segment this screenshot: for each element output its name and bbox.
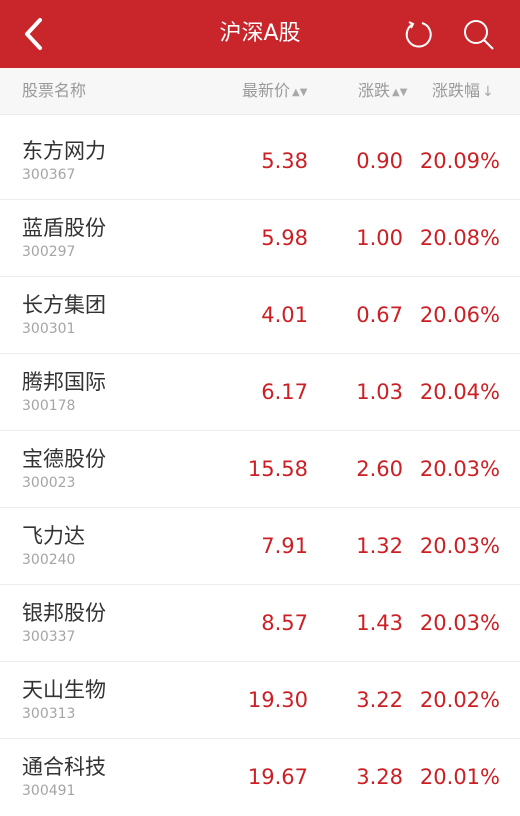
stock-percent: 20.01% (419, 765, 500, 789)
stock-name: 天山生物 (22, 678, 106, 702)
stock-code: 300178 (22, 398, 76, 414)
stock-code: 300313 (22, 706, 76, 722)
column-header-bar: 股票名称 最新价 ▲▼ 涨跌 ▲▼ 涨跌幅 ↓ (0, 68, 520, 115)
stock-row[interactable]: 宝德股份 300023 15.58 2.60 20.03% (0, 431, 520, 508)
top-bar: 沪深A股 (0, 0, 520, 68)
stock-change: 2.60 (356, 457, 403, 481)
column-change-label: 涨跌 (358, 81, 391, 100)
stock-price: 5.38 (261, 149, 308, 173)
sort-updown-icon: ▲▼ (292, 87, 308, 98)
stock-row[interactable]: 东方网力 300367 5.38 0.90 20.09% (0, 123, 520, 200)
stock-row[interactable]: 腾邦国际 300178 6.17 1.03 20.04% (0, 354, 520, 431)
column-percent-header[interactable]: 涨跌幅 ↓ (432, 68, 494, 114)
stock-change: 1.43 (356, 611, 403, 635)
stock-list: 东方网力 300367 5.38 0.90 20.09% 蓝盾股份 300297… (0, 123, 520, 816)
stock-code: 300367 (22, 167, 76, 183)
stock-percent: 20.06% (419, 303, 500, 327)
stock-percent: 20.08% (419, 226, 500, 250)
column-price-label: 最新价 (242, 81, 291, 100)
stock-price: 15.58 (247, 457, 308, 481)
stock-name: 蓝盾股份 (22, 216, 106, 240)
stock-price: 6.17 (261, 380, 308, 404)
stock-row[interactable]: 蓝盾股份 300297 5.98 1.00 20.08% (0, 200, 520, 277)
stock-name: 东方网力 (22, 139, 106, 163)
stock-name: 长方集团 (22, 293, 106, 317)
stock-code: 300491 (22, 783, 76, 799)
column-name-header: 股票名称 (22, 81, 87, 100)
stock-change: 1.00 (356, 226, 403, 250)
stock-name: 宝德股份 (22, 447, 106, 471)
stock-change: 1.32 (356, 534, 403, 558)
column-price-header[interactable]: 最新价 ▲▼ (242, 68, 307, 114)
stock-change: 3.22 (356, 688, 403, 712)
stock-list-screen: 沪深A股 股票名称 最新价 ▲▼ 涨跌 ▲▼ 涨跌幅 ↓ 东方网力 300367 5.… (0, 0, 520, 814)
sort-down-arrow-icon: ↓ (482, 84, 494, 100)
stock-percent: 20.04% (419, 380, 500, 404)
stock-price: 5.98 (261, 226, 308, 250)
stock-code: 300023 (22, 475, 76, 491)
stock-row[interactable]: 银邦股份 300337 8.57 1.43 20.03% (0, 585, 520, 662)
stock-name: 腾邦国际 (22, 370, 106, 394)
stock-price: 7.91 (261, 534, 308, 558)
sort-updown-icon: ▲▼ (392, 87, 408, 98)
stock-name: 通合科技 (22, 755, 106, 779)
stock-name: 飞力达 (22, 524, 85, 548)
stock-row[interactable]: 长方集团 300301 4.01 0.67 20.06% (0, 277, 520, 354)
stock-code: 300301 (22, 321, 76, 337)
stock-price: 19.67 (247, 765, 308, 789)
stock-code: 300240 (22, 552, 76, 568)
refresh-icon[interactable] (402, 17, 436, 51)
stock-name: 银邦股份 (22, 601, 106, 625)
stock-price: 19.30 (247, 688, 308, 712)
stock-change: 0.67 (356, 303, 403, 327)
stock-row[interactable]: 飞力达 300240 7.91 1.32 20.03% (0, 508, 520, 585)
stock-code: 300337 (22, 629, 76, 645)
stock-row[interactable]: 通合科技 300491 19.67 3.28 20.01% (0, 739, 520, 816)
stock-percent: 20.03% (419, 534, 500, 558)
page-title: 沪深A股 (219, 21, 301, 46)
stock-price: 8.57 (261, 611, 308, 635)
stock-percent: 20.03% (419, 457, 500, 481)
stock-code: 300297 (22, 244, 76, 260)
stock-percent: 20.02% (419, 688, 500, 712)
stock-price: 4.01 (261, 303, 308, 327)
stock-change: 0.90 (356, 149, 403, 173)
column-percent-label: 涨跌幅 (432, 81, 481, 100)
search-icon[interactable] (460, 17, 496, 53)
stock-change: 1.03 (356, 380, 403, 404)
stock-percent: 20.03% (419, 611, 500, 635)
stock-change: 3.28 (356, 765, 403, 789)
stock-row[interactable]: 天山生物 300313 19.30 3.22 20.02% (0, 662, 520, 739)
stock-percent: 20.09% (419, 149, 500, 173)
column-change-header[interactable]: 涨跌 ▲▼ (358, 68, 407, 114)
